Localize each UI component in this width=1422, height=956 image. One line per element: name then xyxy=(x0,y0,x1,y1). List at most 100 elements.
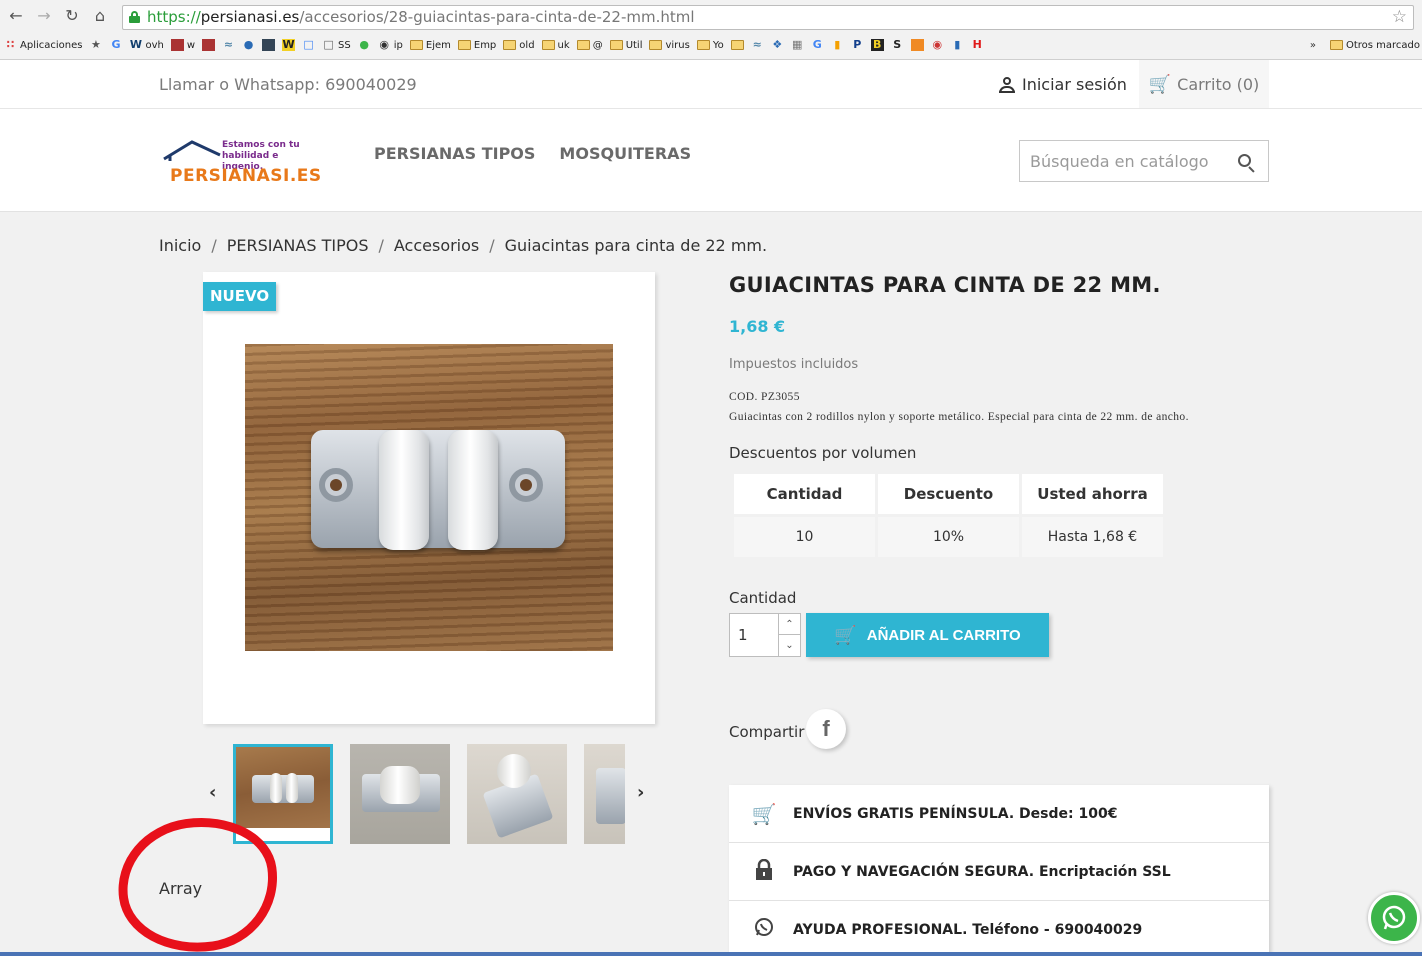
product-description-text: Guiacintas con 2 rodillos nylon y soport… xyxy=(729,411,1189,423)
forward-arrow-icon[interactable]: → xyxy=(34,6,54,26)
bookmark-ext-1[interactable]: ≈ xyxy=(751,39,764,51)
bookmark-ss[interactable]: □ SS xyxy=(322,39,350,51)
bookmark-label: ovh xyxy=(145,39,164,51)
cart-link[interactable]: 🛒 Carrito (0) xyxy=(1139,60,1269,108)
breadcrumb-separator: / xyxy=(378,236,384,255)
other-bookmarks[interactable]: Otros marcado xyxy=(1329,40,1420,51)
bookmark-site-3[interactable]: ● xyxy=(242,39,255,51)
breadcrumb-item-persianas-tipos[interactable]: PERSIANAS TIPOS xyxy=(227,236,369,255)
bookmark-folder-at[interactable]: @ xyxy=(576,39,603,51)
url-host: persianasi.es xyxy=(200,8,300,26)
bookmark-site-2[interactable]: ≈ xyxy=(222,39,235,51)
bookmark-ext-b[interactable]: B xyxy=(870,39,884,51)
home-icon[interactable]: ⌂ xyxy=(90,6,110,26)
bookmark-star[interactable]: ★ xyxy=(89,39,102,51)
bookmark-label: Emp xyxy=(473,39,497,51)
folder-icon xyxy=(696,40,710,50)
bookmark-ext-4[interactable] xyxy=(910,39,924,51)
bookmark-label: old xyxy=(519,39,535,51)
bookmark-site-4[interactable] xyxy=(262,39,276,51)
bookmark-translate[interactable]: □ xyxy=(302,39,315,51)
bookmark-ovh[interactable]: Wovh xyxy=(129,38,164,51)
breadcrumb: Inicio / PERSIANAS TIPOS / Accesorios / … xyxy=(159,236,767,255)
bookmark-ip[interactable]: ◉ ip xyxy=(378,38,402,51)
thumbnail-4[interactable] xyxy=(584,744,625,844)
screw-hole xyxy=(509,468,543,502)
bookmark-folder-emp[interactable]: Emp xyxy=(457,39,497,51)
whatsapp-floating-button[interactable] xyxy=(1368,892,1420,944)
search-input[interactable] xyxy=(1020,141,1230,181)
user-icon xyxy=(998,76,1016,94)
google-icon: G xyxy=(111,38,121,51)
nylon-roller xyxy=(379,430,429,550)
bookmark-folder-yo[interactable]: Yo xyxy=(696,40,724,51)
bookmark-label: @ xyxy=(592,39,603,51)
thumbnail-prev-arrow[interactable]: ‹ xyxy=(209,782,216,803)
bookmark-label: w xyxy=(186,39,196,51)
quantity-input[interactable] xyxy=(730,614,778,656)
browser-nav-buttons: ← → ↻ ⌂ xyxy=(6,6,110,26)
bookmarks-bar: ∷ Aplicaciones ★ G Wovh w ≈ ● W □ □ SS ● ◉… xyxy=(4,34,1422,56)
logo[interactable]: Estamos con tu habilidad e ingenio. PERS… xyxy=(160,137,322,187)
folder-icon xyxy=(609,40,623,50)
h-icon: H xyxy=(972,38,982,51)
share-label: Compartir xyxy=(729,723,805,741)
bookmark-w[interactable]: w xyxy=(170,39,196,51)
bookmark-folder-unnamed[interactable] xyxy=(730,40,744,50)
breadcrumb-item-inicio[interactable]: Inicio xyxy=(159,236,201,255)
bookmark-ext-6[interactable]: ▮ xyxy=(951,39,964,51)
bookmark-site-1[interactable] xyxy=(202,39,216,51)
bookmark-folder-uk[interactable]: uk xyxy=(541,40,570,51)
bookmark-ext-s[interactable]: S xyxy=(891,39,904,51)
chevron-up-icon[interactable]: ⌃ xyxy=(778,614,800,635)
bookmark-ext-2[interactable]: ❖ xyxy=(771,39,784,51)
shipping-cart-icon: 🛒 xyxy=(751,801,777,826)
bookmark-ext-analytics[interactable]: ▮ xyxy=(831,39,844,51)
bookmark-apps[interactable]: ∷ Aplicaciones xyxy=(4,39,83,51)
facebook-share-button[interactable]: f xyxy=(806,709,846,749)
more-bookmarks-button[interactable]: » xyxy=(1310,40,1316,51)
sign-in-link[interactable]: Iniciar sesión xyxy=(998,75,1127,94)
product-price: 1,68 € xyxy=(729,317,786,336)
table-cell: 10% xyxy=(878,517,1019,557)
ovh-icon: W xyxy=(129,38,143,51)
product-title: GUIACINTAS PARA CINTA DE 22 MM. xyxy=(729,273,1161,297)
bookmark-label: Ejem xyxy=(425,39,451,51)
menu-item-mosquiteras[interactable]: MOSQUITERAS xyxy=(559,144,691,163)
search-icon[interactable] xyxy=(1238,154,1256,173)
bookmark-folder-virus[interactable]: virus xyxy=(649,40,690,51)
ip-icon: ◉ xyxy=(379,38,390,51)
s-icon: S xyxy=(893,38,902,51)
bookmark-ext-h[interactable]: H xyxy=(971,39,984,51)
product-photo[interactable] xyxy=(245,344,613,651)
site-icon: ▦ xyxy=(792,38,803,51)
back-arrow-icon[interactable]: ← xyxy=(6,6,26,26)
bookmark-ext-3[interactable]: ▦ xyxy=(791,39,804,51)
bookmark-ext-paypal[interactable]: P xyxy=(851,39,864,51)
logo-brand: PERSIANASI.ES xyxy=(170,166,322,186)
add-to-cart-button[interactable]: 🛒 AÑADIR AL CARRITO xyxy=(806,613,1049,657)
table-cell: 10 xyxy=(734,517,875,557)
bookmark-folder-util[interactable]: Util xyxy=(609,40,642,51)
bookmark-star-icon[interactable]: ☆ xyxy=(1392,6,1407,29)
chevron-down-icon[interactable]: ⌄ xyxy=(778,635,800,656)
bookmark-google[interactable]: G xyxy=(109,39,122,51)
bookmark-ext-google[interactable]: G xyxy=(811,39,824,51)
bookmark-whatsapp[interactable]: ● xyxy=(358,39,371,51)
new-badge: NUEVO xyxy=(203,282,277,311)
folder-icon xyxy=(409,40,423,50)
bookmark-w-site[interactable]: W xyxy=(282,39,296,51)
reload-icon[interactable]: ↻ xyxy=(62,6,82,26)
thumbnail-2[interactable] xyxy=(350,744,450,844)
table-row: 10 10% Hasta 1,68 € xyxy=(734,517,1163,557)
thumbnail-next-arrow[interactable]: › xyxy=(637,782,644,803)
bookmark-folder-ejem[interactable]: Ejem xyxy=(409,39,451,51)
site-icon xyxy=(170,39,184,51)
menu-item-persianas-tipos[interactable]: PERSIANAS TIPOS xyxy=(374,144,535,163)
address-bar[interactable]: https://persianasi.es/accesorios/28-guia… xyxy=(122,5,1414,30)
bookmark-ext-5[interactable]: ◉ xyxy=(931,39,944,51)
breadcrumb-item-accesorios[interactable]: Accesorios xyxy=(394,236,479,255)
thumbnail-3[interactable] xyxy=(467,744,567,844)
breadcrumb-item-current[interactable]: Guiacintas para cinta de 22 mm. xyxy=(505,236,767,255)
bookmark-folder-old[interactable]: old xyxy=(503,39,535,51)
